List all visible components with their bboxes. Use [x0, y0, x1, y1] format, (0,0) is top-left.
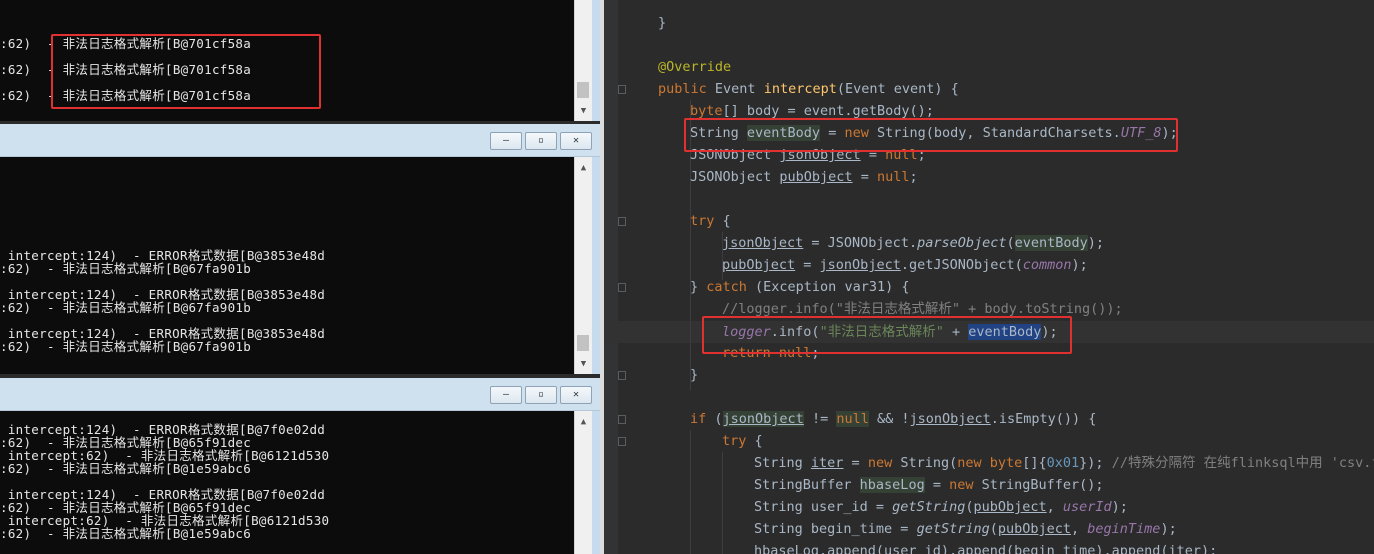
log-line: :62) - 非法日志格式解析[B@67fa901b — [0, 339, 252, 354]
code-editor[interactable]: } @Override public Event intercept(Event… — [604, 0, 1374, 554]
log-line: :62) - 非法日志格式解析[B@1e59abc6 — [0, 526, 252, 541]
code-line: if (jsonObject != null && !jsonObject.is… — [690, 411, 1097, 427]
scroll-down-icon[interactable]: ▼ — [575, 102, 592, 119]
code-line: String iter = new String(new byte[]{0x01… — [754, 455, 1374, 471]
close-button[interactable]: ✕ — [560, 132, 592, 150]
terminal-window-middle: — ▫ ✕ intercept:124) - ERROR格式数据[B@3853e… — [0, 124, 600, 374]
code-line: jsonObject = JSONObject.parseObject(even… — [722, 235, 1105, 251]
code-line: try { — [690, 213, 731, 229]
fold-marker-icon[interactable] — [618, 371, 626, 380]
code-line: @Override — [658, 59, 732, 75]
window-titlebar[interactable]: — ▫ ✕ — [0, 378, 600, 411]
vertical-scrollbar[interactable]: ▲ ▼ — [574, 157, 592, 374]
highlight-box — [51, 34, 321, 109]
fold-marker-icon[interactable] — [618, 437, 626, 446]
code-line: } catch (Exception var31) { — [690, 279, 910, 295]
scroll-down-icon[interactable]: ▼ — [575, 355, 592, 372]
code-line: hbaseLog.append(user_id).append(begin_ti… — [754, 543, 1218, 554]
terminal-window-top: :62) - 非法日志格式解析[B@701cf58a :62) - 非法日志格式… — [0, 0, 600, 121]
code-line: } — [658, 15, 667, 31]
indent-guide — [722, 452, 723, 554]
close-button[interactable]: ✕ — [560, 386, 592, 404]
code-line: JSONObject pubObject = null; — [690, 169, 918, 185]
scroll-up-icon[interactable]: ▲ — [575, 413, 592, 430]
log-line: :62) - 非法日志格式解析[B@67fa901b — [0, 300, 252, 315]
code-line: String user_id = getString(pubObject, us… — [754, 499, 1128, 515]
maximize-button[interactable]: ▫ — [525, 386, 557, 404]
vertical-scrollbar[interactable]: ▼ — [574, 0, 592, 121]
code-line: public Event intercept(Event event) { — [658, 81, 959, 97]
highlight-box — [702, 316, 1072, 354]
highlight-box — [684, 118, 1178, 152]
indent-guide — [690, 430, 691, 554]
code-line: String begin_time = getString(pubObject,… — [754, 521, 1177, 537]
minimize-button[interactable]: — — [490, 132, 522, 150]
maximize-button[interactable]: ▫ — [525, 132, 557, 150]
window-titlebar[interactable]: — ▫ ✕ — [0, 124, 600, 157]
fold-marker-icon[interactable] — [618, 415, 626, 424]
window-frame — [592, 411, 600, 554]
fold-marker-icon[interactable] — [618, 283, 626, 292]
scrollbar-thumb[interactable] — [577, 82, 589, 98]
code-line: try { — [722, 433, 763, 449]
log-line: :62) - 非法日志格式解析[B@1e59abc6 — [0, 461, 252, 476]
scrollbar-thumb[interactable] — [577, 335, 589, 351]
code-line: } — [690, 367, 699, 383]
fold-marker-icon[interactable] — [618, 217, 626, 226]
vertical-scrollbar[interactable]: ▲ — [574, 411, 592, 554]
log-line: :62) - 非法日志格式解析[B@67fa901b — [0, 261, 252, 276]
minimize-button[interactable]: — — [490, 386, 522, 404]
scroll-up-icon[interactable]: ▲ — [575, 159, 592, 176]
fold-marker-icon[interactable] — [618, 85, 626, 94]
window-frame — [592, 0, 600, 121]
terminal-window-bottom: — ▫ ✕ intercept:124) - ERROR格式数据[B@7f0e0… — [0, 378, 600, 554]
window-frame — [592, 157, 600, 374]
code-line: pubObject = jsonObject.getJSONObject(com… — [722, 257, 1088, 273]
code-line: StringBuffer hbaseLog = new StringBuffer… — [754, 477, 1104, 493]
editor-gutter — [604, 0, 618, 554]
